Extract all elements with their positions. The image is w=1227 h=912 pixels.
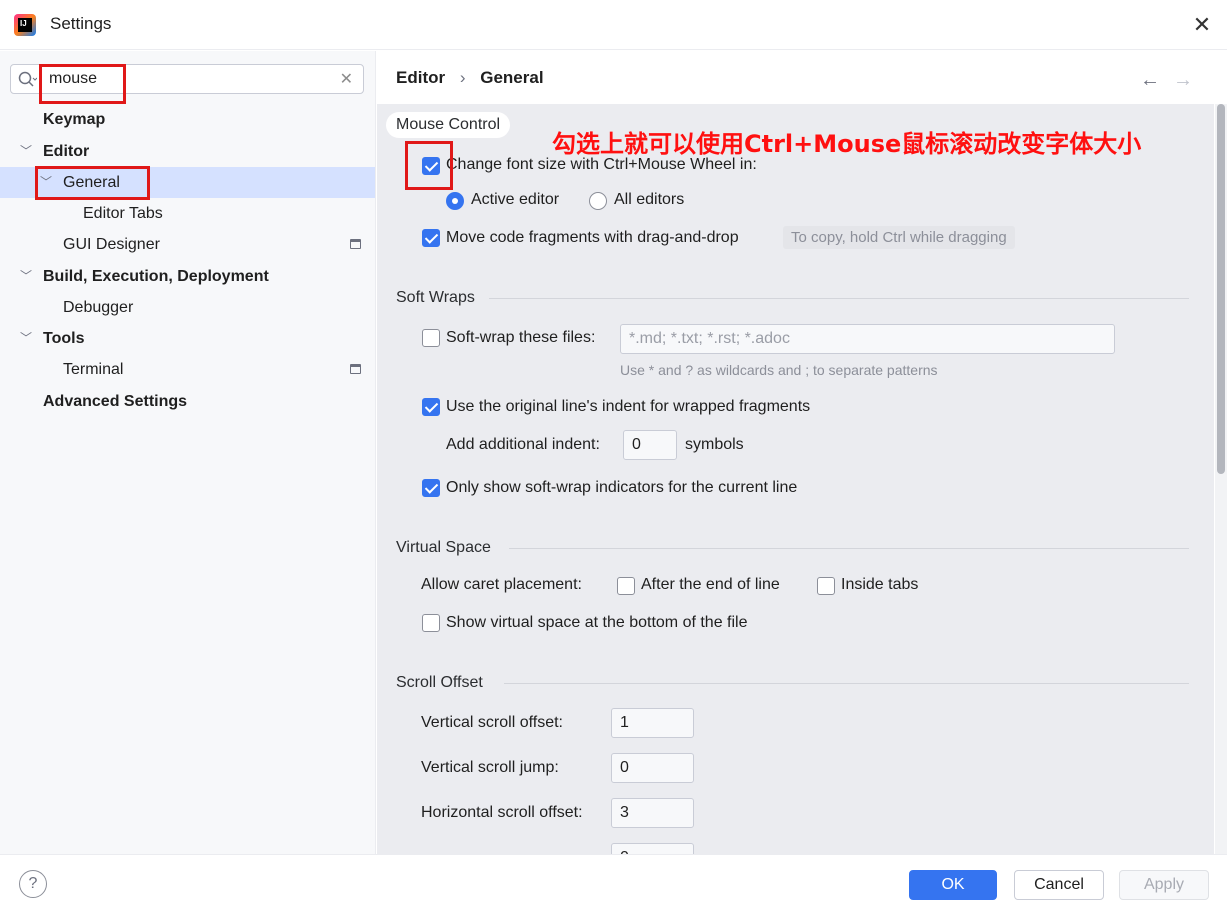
search-input[interactable]: mouse <box>49 70 97 88</box>
allow-caret-label: Allow caret placement: <box>421 576 582 593</box>
soft-wrap-files-hint: Use * and ? as wildcards and ; to separa… <box>620 362 938 378</box>
chevron-down-icon[interactable]: ﹀ <box>40 167 52 198</box>
settings-search-field[interactable]: mouse ✕ <box>10 64 364 94</box>
scrollbar-thumb[interactable] <box>1217 104 1225 474</box>
inside-tabs-label: Inside tabs <box>841 576 919 593</box>
sidebar-item-tools[interactable]: ﹀ Tools <box>0 323 375 354</box>
vertical-scroll-jump-label: Vertical scroll jump: <box>421 759 559 776</box>
title-bar: IJ Settings ✕ <box>0 0 1227 50</box>
active-editor-radio[interactable] <box>446 192 464 210</box>
dialog-footer: ? OK Cancel Apply <box>0 854 1227 912</box>
arrow-left-icon[interactable]: ← <box>1140 70 1160 90</box>
horizontal-scroll-jump-input[interactable]: 0 <box>611 843 694 854</box>
sidebar-item-build-execution-deployment[interactable]: ﹀ Build, Execution, Deployment <box>0 261 375 292</box>
content-scrollbar[interactable] <box>1215 104 1227 854</box>
settings-content: Mouse Control Change font size with Ctrl… <box>377 104 1214 854</box>
sidebar-item-label: GUI Designer <box>63 236 160 253</box>
clear-icon[interactable]: ✕ <box>340 69 353 89</box>
original-indent-checkbox[interactable] <box>422 398 440 416</box>
active-editor-label: Active editor <box>471 191 560 208</box>
sidebar-item-debugger[interactable]: Debugger <box>0 292 375 323</box>
sidebar-item-label: General <box>63 174 120 191</box>
inside-tabs-checkbox[interactable] <box>817 577 835 595</box>
sidebar-item-label: Editor Tabs <box>83 205 163 222</box>
annotation-text: 勾选上就可以使用Ctrl+Mouse鼠标滚动改变字体大小 <box>552 130 1142 158</box>
all-editors-radio[interactable] <box>589 192 607 210</box>
sidebar-item-label: Editor <box>43 143 90 160</box>
cancel-button[interactable]: Cancel <box>1014 870 1104 900</box>
section-divider <box>504 683 1189 684</box>
after-end-of-line-label: After the end of line <box>641 576 780 593</box>
move-code-hint: To copy, hold Ctrl while dragging <box>783 226 1015 249</box>
show-virtual-space-checkbox[interactable] <box>422 614 440 632</box>
additional-indent-input[interactable]: 0 <box>623 430 677 460</box>
sidebar-item-label: Advanced Settings <box>43 393 188 410</box>
section-title-virtual-space: Virtual Space <box>396 539 491 556</box>
only-show-indicators-checkbox[interactable] <box>422 479 440 497</box>
symbols-label: symbols <box>685 436 744 453</box>
chevron-down-icon[interactable]: ﹀ <box>20 323 32 354</box>
sidebar-item-general[interactable]: ﹀ General <box>0 167 375 198</box>
vertical-scroll-offset-input[interactable]: 1 <box>611 708 694 738</box>
chevron-down-icon[interactable]: ﹀ <box>20 261 32 292</box>
settings-sidebar: mouse ✕ Keymap ﹀ Editor ﹀ General Editor… <box>0 51 376 854</box>
horizontal-scroll-offset-label: Horizontal scroll offset: <box>421 804 583 821</box>
soft-wrap-files-checkbox[interactable] <box>422 329 440 347</box>
project-level-icon <box>350 239 361 249</box>
sidebar-item-label: Keymap <box>43 111 106 128</box>
section-divider <box>509 548 1189 549</box>
sidebar-item-label: Debugger <box>63 299 134 316</box>
vertical-scroll-offset-label: Vertical scroll offset: <box>421 714 563 731</box>
apply-button[interactable]: Apply <box>1119 870 1209 900</box>
breadcrumb: Editor › General <box>396 68 554 88</box>
soft-wrap-files-label: Soft-wrap these files: <box>446 329 596 346</box>
sidebar-item-gui-designer[interactable]: GUI Designer <box>0 229 375 260</box>
all-editors-label: All editors <box>614 191 685 208</box>
breadcrumb-general: General <box>480 68 544 87</box>
window-title: Settings <box>50 14 112 33</box>
close-icon[interactable]: ✕ <box>1189 12 1215 38</box>
ok-button[interactable]: OK <box>909 870 997 900</box>
sidebar-item-terminal[interactable]: Terminal <box>0 354 375 385</box>
vertical-scroll-jump-input[interactable]: 0 <box>611 753 694 783</box>
section-title-mouse-control: Mouse Control <box>386 112 511 138</box>
sidebar-item-label: Build, Execution, Deployment <box>43 268 269 285</box>
section-title-soft-wraps: Soft Wraps <box>396 289 475 306</box>
sidebar-item-editor-tabs[interactable]: Editor Tabs <box>0 198 375 229</box>
sidebar-item-editor[interactable]: ﹀ Editor <box>0 136 375 167</box>
project-level-icon <box>350 364 361 374</box>
sidebar-item-keymap[interactable]: Keymap <box>0 104 375 135</box>
soft-wrap-files-input[interactable]: *.md; *.txt; *.rst; *.adoc <box>620 324 1115 354</box>
breadcrumb-separator: › <box>459 68 466 87</box>
section-title-scroll-offset: Scroll Offset <box>396 674 483 691</box>
sidebar-item-advanced-settings[interactable]: Advanced Settings <box>0 386 375 417</box>
after-end-of-line-checkbox[interactable] <box>617 577 635 595</box>
sidebar-item-label: Terminal <box>63 361 124 378</box>
arrow-right-icon[interactable]: → <box>1173 70 1193 90</box>
intellij-idea-icon: IJ <box>14 14 36 36</box>
section-divider <box>489 298 1189 299</box>
search-icon <box>18 71 37 87</box>
chevron-down-icon[interactable]: ﹀ <box>20 136 32 167</box>
show-virtual-space-label: Show virtual space at the bottom of the … <box>446 614 748 631</box>
move-code-label: Move code fragments with drag-and-drop <box>446 229 739 246</box>
original-indent-label: Use the original line's indent for wrapp… <box>446 398 811 415</box>
sidebar-item-label: Tools <box>43 330 85 347</box>
additional-indent-label: Add additional indent: <box>446 436 600 453</box>
help-icon[interactable]: ? <box>19 870 47 898</box>
move-code-checkbox[interactable] <box>422 229 440 247</box>
breadcrumb-editor[interactable]: Editor <box>396 68 445 87</box>
only-show-indicators-label: Only show soft-wrap indicators for the c… <box>446 479 798 496</box>
horizontal-scroll-offset-input[interactable]: 3 <box>611 798 694 828</box>
change-font-size-checkbox[interactable] <box>422 157 440 175</box>
